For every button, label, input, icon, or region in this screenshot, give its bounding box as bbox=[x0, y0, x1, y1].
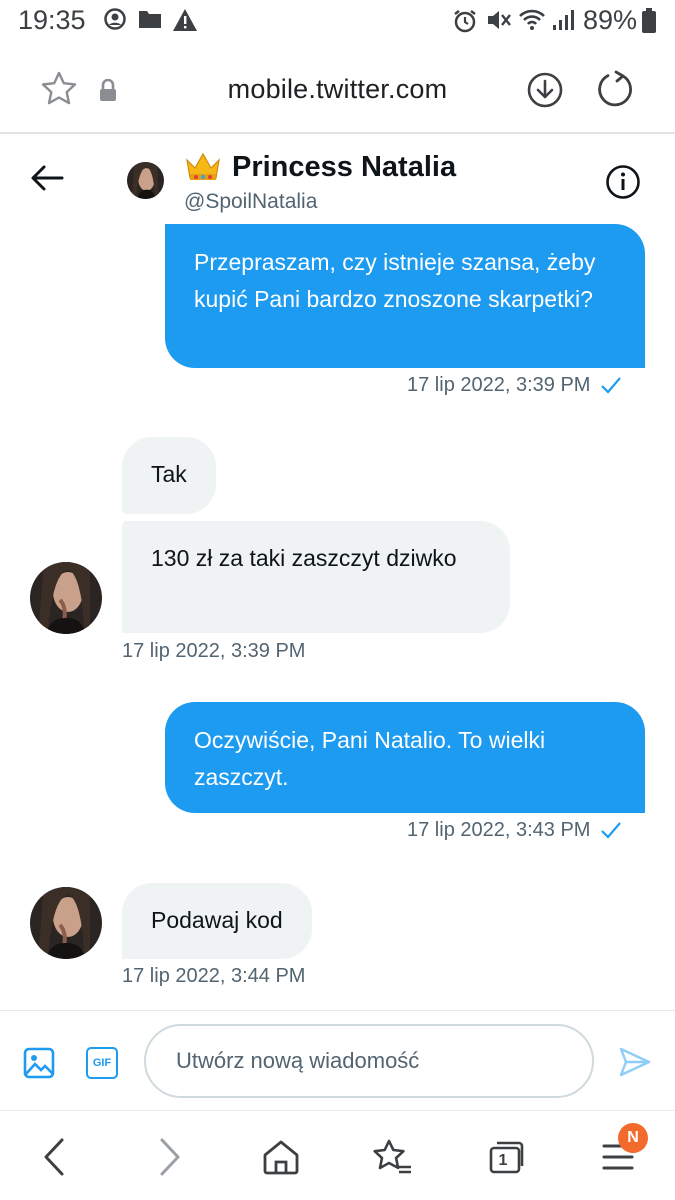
message-timestamp: 17 lip 2022, 3:39 PM bbox=[122, 640, 306, 662]
account-circle-icon bbox=[104, 8, 126, 35]
url-address[interactable]: mobile.twitter.com bbox=[0, 74, 675, 105]
mute-icon bbox=[486, 8, 512, 37]
notification-badge: N bbox=[618, 1123, 648, 1153]
signal-icon bbox=[552, 8, 574, 37]
header-avatar[interactable] bbox=[127, 162, 164, 199]
status-bar: 19:35 89% bbox=[0, 0, 675, 44]
send-icon[interactable] bbox=[619, 1047, 651, 1082]
message-bubble-incoming[interactable]: Podawaj kod bbox=[122, 883, 312, 959]
message-timestamp: 17 lip 2022, 3:43 PM bbox=[407, 819, 622, 842]
sender-avatar[interactable] bbox=[30, 887, 102, 959]
wifi-icon bbox=[518, 8, 546, 37]
sender-avatar[interactable] bbox=[30, 562, 102, 634]
bookmarks-icon[interactable] bbox=[364, 1129, 420, 1185]
battery-percent: 89% bbox=[583, 5, 638, 35]
message-bubble-outgoing[interactable]: Przepraszam, czy istnieje szansa, żeby k… bbox=[165, 224, 645, 368]
conversation-handle: @SpoilNatalia bbox=[184, 190, 318, 213]
message-timestamp: 17 lip 2022, 3:44 PM bbox=[122, 965, 306, 987]
message-timestamp: 17 lip 2022, 3:39 PM bbox=[407, 374, 622, 397]
message-bubble-outgoing[interactable]: Oczywiście, Pani Natalio. To wielki zasz… bbox=[165, 702, 645, 813]
warning-icon bbox=[172, 8, 198, 37]
message-bubble-incoming[interactable]: Tak bbox=[122, 437, 216, 514]
back-icon[interactable] bbox=[26, 1129, 82, 1185]
battery-icon bbox=[641, 8, 657, 39]
gif-button[interactable]: GIF bbox=[86, 1047, 118, 1079]
conversation-header: Princess Natalia @SpoilNatalia bbox=[0, 134, 675, 218]
status-time: 19:35 bbox=[18, 5, 86, 35]
conversation-name[interactable]: Princess Natalia bbox=[232, 151, 456, 184]
message-composer: GIF bbox=[0, 1010, 675, 1110]
alarm-icon bbox=[452, 8, 478, 39]
crown-icon bbox=[184, 150, 222, 187]
sent-check-icon bbox=[596, 374, 622, 396]
folder-icon bbox=[138, 8, 162, 35]
image-icon[interactable] bbox=[23, 1047, 55, 1084]
browser-nav-bar: 1 bbox=[0, 1110, 675, 1200]
download-icon[interactable] bbox=[526, 71, 564, 114]
browser-toolbar: mobile.twitter.com bbox=[0, 44, 675, 134]
sent-check-icon bbox=[596, 819, 622, 841]
forward-icon[interactable] bbox=[142, 1129, 198, 1185]
message-input[interactable] bbox=[144, 1024, 594, 1098]
message-bubble-incoming[interactable]: 130 zł za taki zaszczyt dziwko bbox=[122, 521, 510, 633]
tab-count: 1 bbox=[498, 1152, 508, 1169]
info-icon[interactable] bbox=[605, 164, 641, 205]
home-icon[interactable] bbox=[253, 1129, 309, 1185]
back-arrow-icon[interactable] bbox=[30, 164, 64, 197]
reload-icon[interactable] bbox=[596, 69, 636, 114]
tabs-icon[interactable]: 1 bbox=[478, 1129, 534, 1185]
